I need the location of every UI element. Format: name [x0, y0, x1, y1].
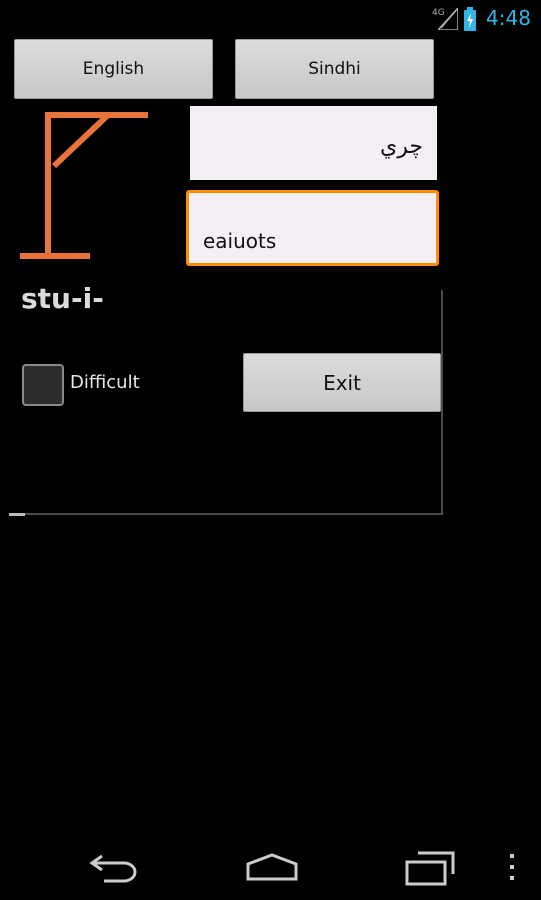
signal-icon	[438, 8, 458, 30]
back-icon[interactable]	[88, 850, 140, 884]
gallows-icon	[20, 112, 148, 259]
home-icon[interactable]	[245, 852, 299, 882]
exit-button[interactable]: Exit	[243, 353, 441, 412]
clock: 4:48	[486, 6, 531, 30]
scrollbar-track	[441, 290, 443, 515]
difficult-checkbox[interactable]	[22, 364, 64, 406]
difficult-label: Difficult	[70, 372, 140, 393]
scroll-thumb[interactable]	[9, 513, 25, 516]
word-progress: stu-i-	[21, 282, 104, 315]
navigation-bar	[0, 830, 541, 900]
sindhi-button[interactable]: Sindhi	[235, 39, 434, 99]
scroll-indicator	[9, 513, 443, 516]
status-bar: 4G 4:48	[0, 0, 541, 36]
english-button[interactable]: English	[14, 39, 213, 99]
battery-icon	[464, 7, 476, 31]
sindhi-word-display: چري	[190, 106, 437, 180]
recents-icon[interactable]	[404, 850, 456, 886]
guess-input[interactable]	[186, 190, 439, 266]
overflow-menu-icon[interactable]	[507, 852, 517, 882]
